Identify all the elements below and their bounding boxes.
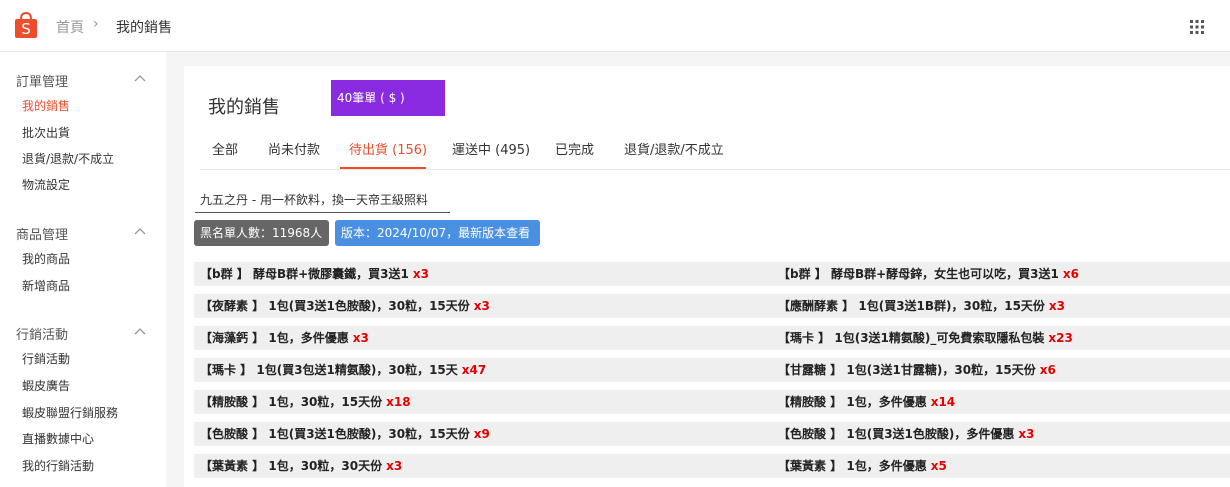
product-text: 【海藻鈣 】 1包，多件優惠 <box>200 331 349 345</box>
top-bar: S 首頁 › 我的銷售 <box>0 0 1230 52</box>
sidebar-item-live-data[interactable]: 直播數據中心 <box>22 430 94 447</box>
apps-grid-icon[interactable] <box>1190 19 1204 34</box>
product-qty: x5 <box>930 459 947 473</box>
sidebar-item-my-campaigns[interactable]: 我的行銷活動 <box>22 457 94 474</box>
product-row: 【瑪卡 】 1包(買3包送1精氨酸)，30粒，15天 x47 【甘露糖 】 1包(… <box>194 358 1230 382</box>
tab-returns[interactable]: 退貨/退款/不成立 <box>624 139 724 158</box>
notice-text: 九五之丹 - 用一杯飲料，換一天帝王級照料 <box>200 193 428 207</box>
product-item: 【葉黃素 】 1包，30粒，30天份 x3 <box>200 454 402 478</box>
product-text: 【甘露糖 】 1包(3送1甘露糖)，30粒，15天份 <box>778 363 1036 377</box>
sidebar-item-my-sales[interactable]: 我的銷售 <box>22 97 70 114</box>
product-text: 【夜酵素 】 1包(買3送1色胺酸)，30粒，15天份 <box>200 299 470 313</box>
product-item: 【海藻鈣 】 1包，多件優惠 x3 <box>200 326 369 350</box>
product-item: 【b群 】 酵母B群+酵母鋅，女生也可以吃，買3送1 x6 <box>778 262 1079 286</box>
tab-all[interactable]: 全部 <box>212 139 238 158</box>
chevron-up-icon[interactable] <box>134 74 146 82</box>
product-item: 【葉黃素 】 1包，多件優惠 x5 <box>778 454 947 478</box>
tab-shipping[interactable]: 運送中 (495) <box>452 139 530 158</box>
product-row: 【海藻鈣 】 1包，多件優惠 x3 【瑪卡 】 1包(3送1精氨酸)_可免費索取隱… <box>194 326 1230 350</box>
product-text: 【應酬酵素 】 1包(買3送1B群)，30粒，15天份 <box>778 299 1045 313</box>
logo-letter: S <box>21 20 31 38</box>
product-item: 【精胺酸 】 1包，多件優惠 x14 <box>778 390 955 414</box>
product-item: 【夜酵素 】 1包(買3送1色胺酸)，30粒，15天份 x3 <box>200 294 490 318</box>
product-item: 【應酬酵素 】 1包(買3送1B群)，30粒，15天份 x3 <box>778 294 1065 318</box>
product-item: 【b群 】 酵母B群+微膠囊鐵，買3送1 x3 <box>200 262 429 286</box>
product-row: 【葉黃素 】 1包，30粒，30天份 x3 【葉黃素 】 1包，多件優惠 x5 <box>194 454 1230 478</box>
notice-divider <box>195 212 450 213</box>
product-text: 【色胺酸 】 1包(買3送1色胺酸)，30粒，15天份 <box>200 427 470 441</box>
product-row: 【色胺酸 】 1包(買3送1色胺酸)，30粒，15天份 x9 【色胺酸 】 1包(… <box>194 422 1230 446</box>
product-qty: x6 <box>1062 267 1079 281</box>
sidebar-item-returns[interactable]: 退貨/退款/不成立 <box>22 150 114 167</box>
product-qty: x6 <box>1039 363 1056 377</box>
product-item: 【瑪卡 】 1包(3送1精氨酸)_可免費索取隱私包裝 x23 <box>778 326 1073 350</box>
tab-completed[interactable]: 已完成 <box>555 139 594 158</box>
product-row: 【精胺酸 】 1包，30粒，15天份 x18 【精胺酸 】 1包，多件優惠 x14 <box>194 390 1230 414</box>
chevron-up-icon[interactable] <box>134 227 146 235</box>
sidebar-item-shopee-ads[interactable]: 蝦皮廣告 <box>22 377 70 394</box>
version-link[interactable]: 版本：2024/10/07，最新版本查看 <box>335 220 540 246</box>
product-text: 【色胺酸 】 1包(買3送1色胺酸)，多件優惠 <box>778 427 1015 441</box>
order-count-badge: 40筆單 ( $ ) <box>331 80 445 116</box>
chevron-up-icon[interactable] <box>134 327 146 335</box>
product-qty: x3 <box>1018 427 1035 441</box>
product-qty: x3 <box>473 299 490 313</box>
product-qty: x18 <box>386 395 411 409</box>
product-row: 【夜酵素 】 1包(買3送1色胺酸)，30粒，15天份 x3 【應酬酵素 】 1包… <box>194 294 1230 318</box>
tab-unpaid[interactable]: 尚未付款 <box>268 139 320 158</box>
product-qty: x47 <box>461 363 487 377</box>
sidebar-item-batch-ship[interactable]: 批次出貨 <box>22 124 70 141</box>
tab-to-ship[interactable]: 待出貨 (156) <box>349 139 427 158</box>
product-qty: x9 <box>473 427 490 441</box>
product-text: 【葉黃素 】 1包，30粒，30天份 <box>200 459 383 473</box>
shopee-logo-icon[interactable]: S <box>14 11 38 38</box>
product-qty: x23 <box>1048 331 1073 345</box>
product-qty: x3 <box>412 267 429 281</box>
product-item: 【色胺酸 】 1包(買3送1色胺酸)，多件優惠 x3 <box>778 422 1034 446</box>
sidebar: 訂單管理 我的銷售 批次出貨 退貨/退款/不成立 物流設定 商品管理 我的商品 … <box>0 52 166 487</box>
product-qty: x3 <box>386 459 403 473</box>
product-text: 【精胺酸 】 1包，多件優惠 <box>778 395 927 409</box>
product-text: 【葉黃素 】 1包，多件優惠 <box>778 459 927 473</box>
product-text: 【精胺酸 】 1包，30粒，15天份 <box>200 395 383 409</box>
page-title: 我的銷售 <box>208 97 280 118</box>
sidebar-section-products[interactable]: 商品管理 <box>16 224 68 243</box>
main-panel: 我的銷售 40筆單 ( $ ) 全部 尚未付款 待出貨 (156) 運送中 (4… <box>184 66 1230 487</box>
sidebar-item-my-products[interactable]: 我的商品 <box>22 250 70 267</box>
sidebar-item-add-product[interactable]: 新增商品 <box>22 277 70 294</box>
product-qty: x3 <box>352 331 369 345</box>
product-text: 【瑪卡 】 1包(3送1精氨酸)_可免費索取隱私包裝 <box>778 331 1045 345</box>
breadcrumb-home[interactable]: 首頁 <box>56 17 84 37</box>
sidebar-item-affiliate[interactable]: 蝦皮聯盟行銷服務 <box>22 404 118 421</box>
sidebar-item-logistics[interactable]: 物流設定 <box>22 176 70 193</box>
tabs-divider <box>200 169 1230 170</box>
sidebar-item-marketing[interactable]: 行銷活動 <box>22 350 70 367</box>
product-qty: x14 <box>930 395 956 409</box>
product-text: 【b群 】 酵母B群+微膠囊鐵，買3送1 <box>200 267 409 281</box>
product-text: 【b群 】 酵母B群+酵母鋅，女生也可以吃，買3送1 <box>778 267 1059 281</box>
product-item: 【瑪卡 】 1包(買3包送1精氨酸)，30粒，15天 x47 <box>200 358 486 382</box>
breadcrumb-current: 我的銷售 <box>116 20 172 36</box>
breadcrumb-separator: › <box>93 16 99 32</box>
product-text: 【瑪卡 】 1包(買3包送1精氨酸)，30粒，15天 <box>200 363 458 377</box>
product-item: 【甘露糖 】 1包(3送1甘露糖)，30粒，15天份 x6 <box>778 358 1056 382</box>
product-row: 【b群 】 酵母B群+微膠囊鐵，買3送1 x3 【b群 】 酵母B群+酵母鋅，女生… <box>194 262 1230 286</box>
product-qty: x3 <box>1048 299 1066 313</box>
sidebar-section-order[interactable]: 訂單管理 <box>16 71 68 90</box>
blacklist-count-badge: 黑名單人數：11968人 <box>194 220 329 246</box>
sidebar-section-marketing[interactable]: 行銷活動 <box>16 324 68 343</box>
product-item: 【精胺酸 】 1包，30粒，15天份 x18 <box>200 390 411 414</box>
product-item: 【色胺酸 】 1包(買3送1色胺酸)，30粒，15天份 x9 <box>200 422 490 446</box>
